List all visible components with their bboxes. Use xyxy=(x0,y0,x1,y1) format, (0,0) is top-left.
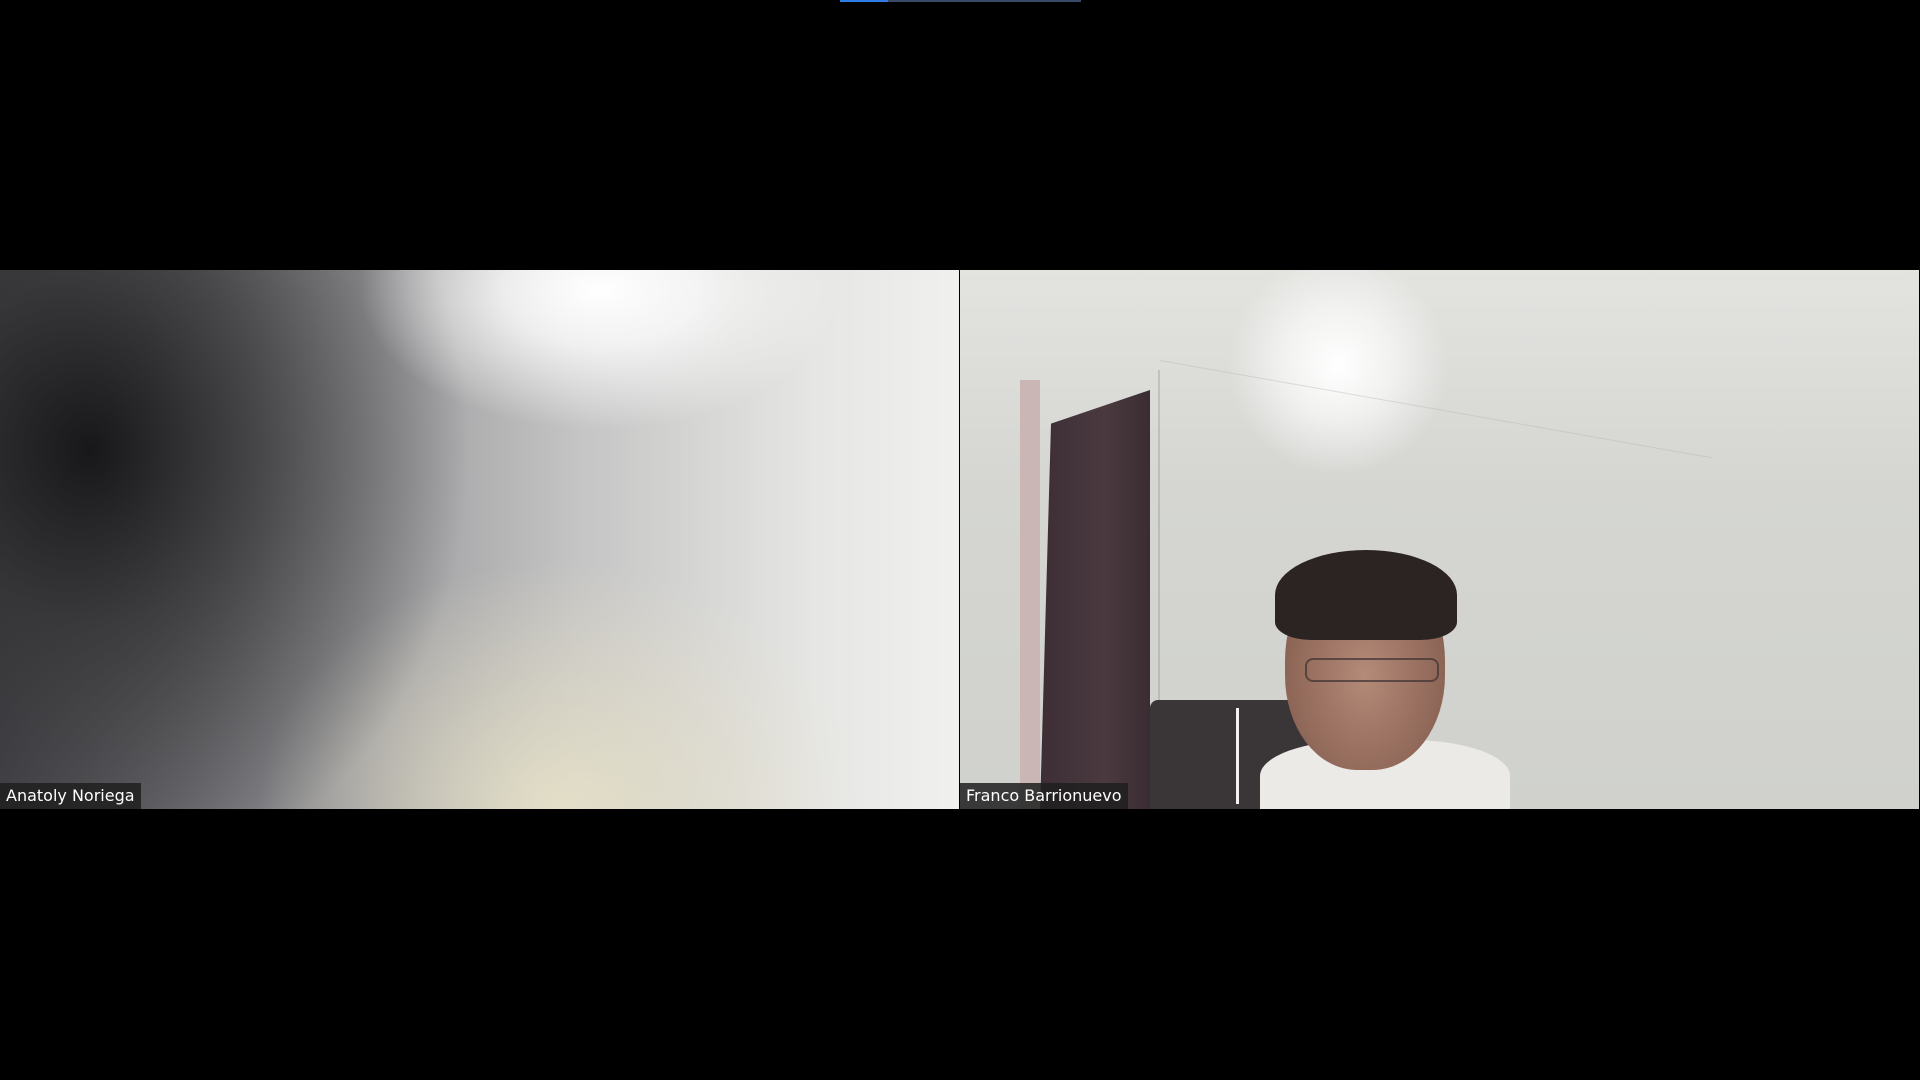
participant-video-tile[interactable]: Anatoly Noriega xyxy=(0,270,959,809)
indicator-accent xyxy=(840,0,888,2)
participant-video-tile[interactable]: Franco Barrionuevo xyxy=(960,270,1919,809)
earphone-cable xyxy=(1236,708,1239,804)
active-speaker-indicator xyxy=(840,0,1081,2)
room-doorframe xyxy=(1020,380,1040,809)
room-ceiling-line xyxy=(1159,360,1712,459)
participant-hair xyxy=(1275,550,1457,640)
participant-name-label: Franco Barrionuevo xyxy=(960,783,1128,809)
video-call-window: Anatoly Noriega Franco Barrionuevo xyxy=(0,0,1920,1080)
participant-glasses xyxy=(1305,658,1439,682)
participant-name-label: Anatoly Noriega xyxy=(0,783,141,809)
room-door xyxy=(1040,390,1150,809)
